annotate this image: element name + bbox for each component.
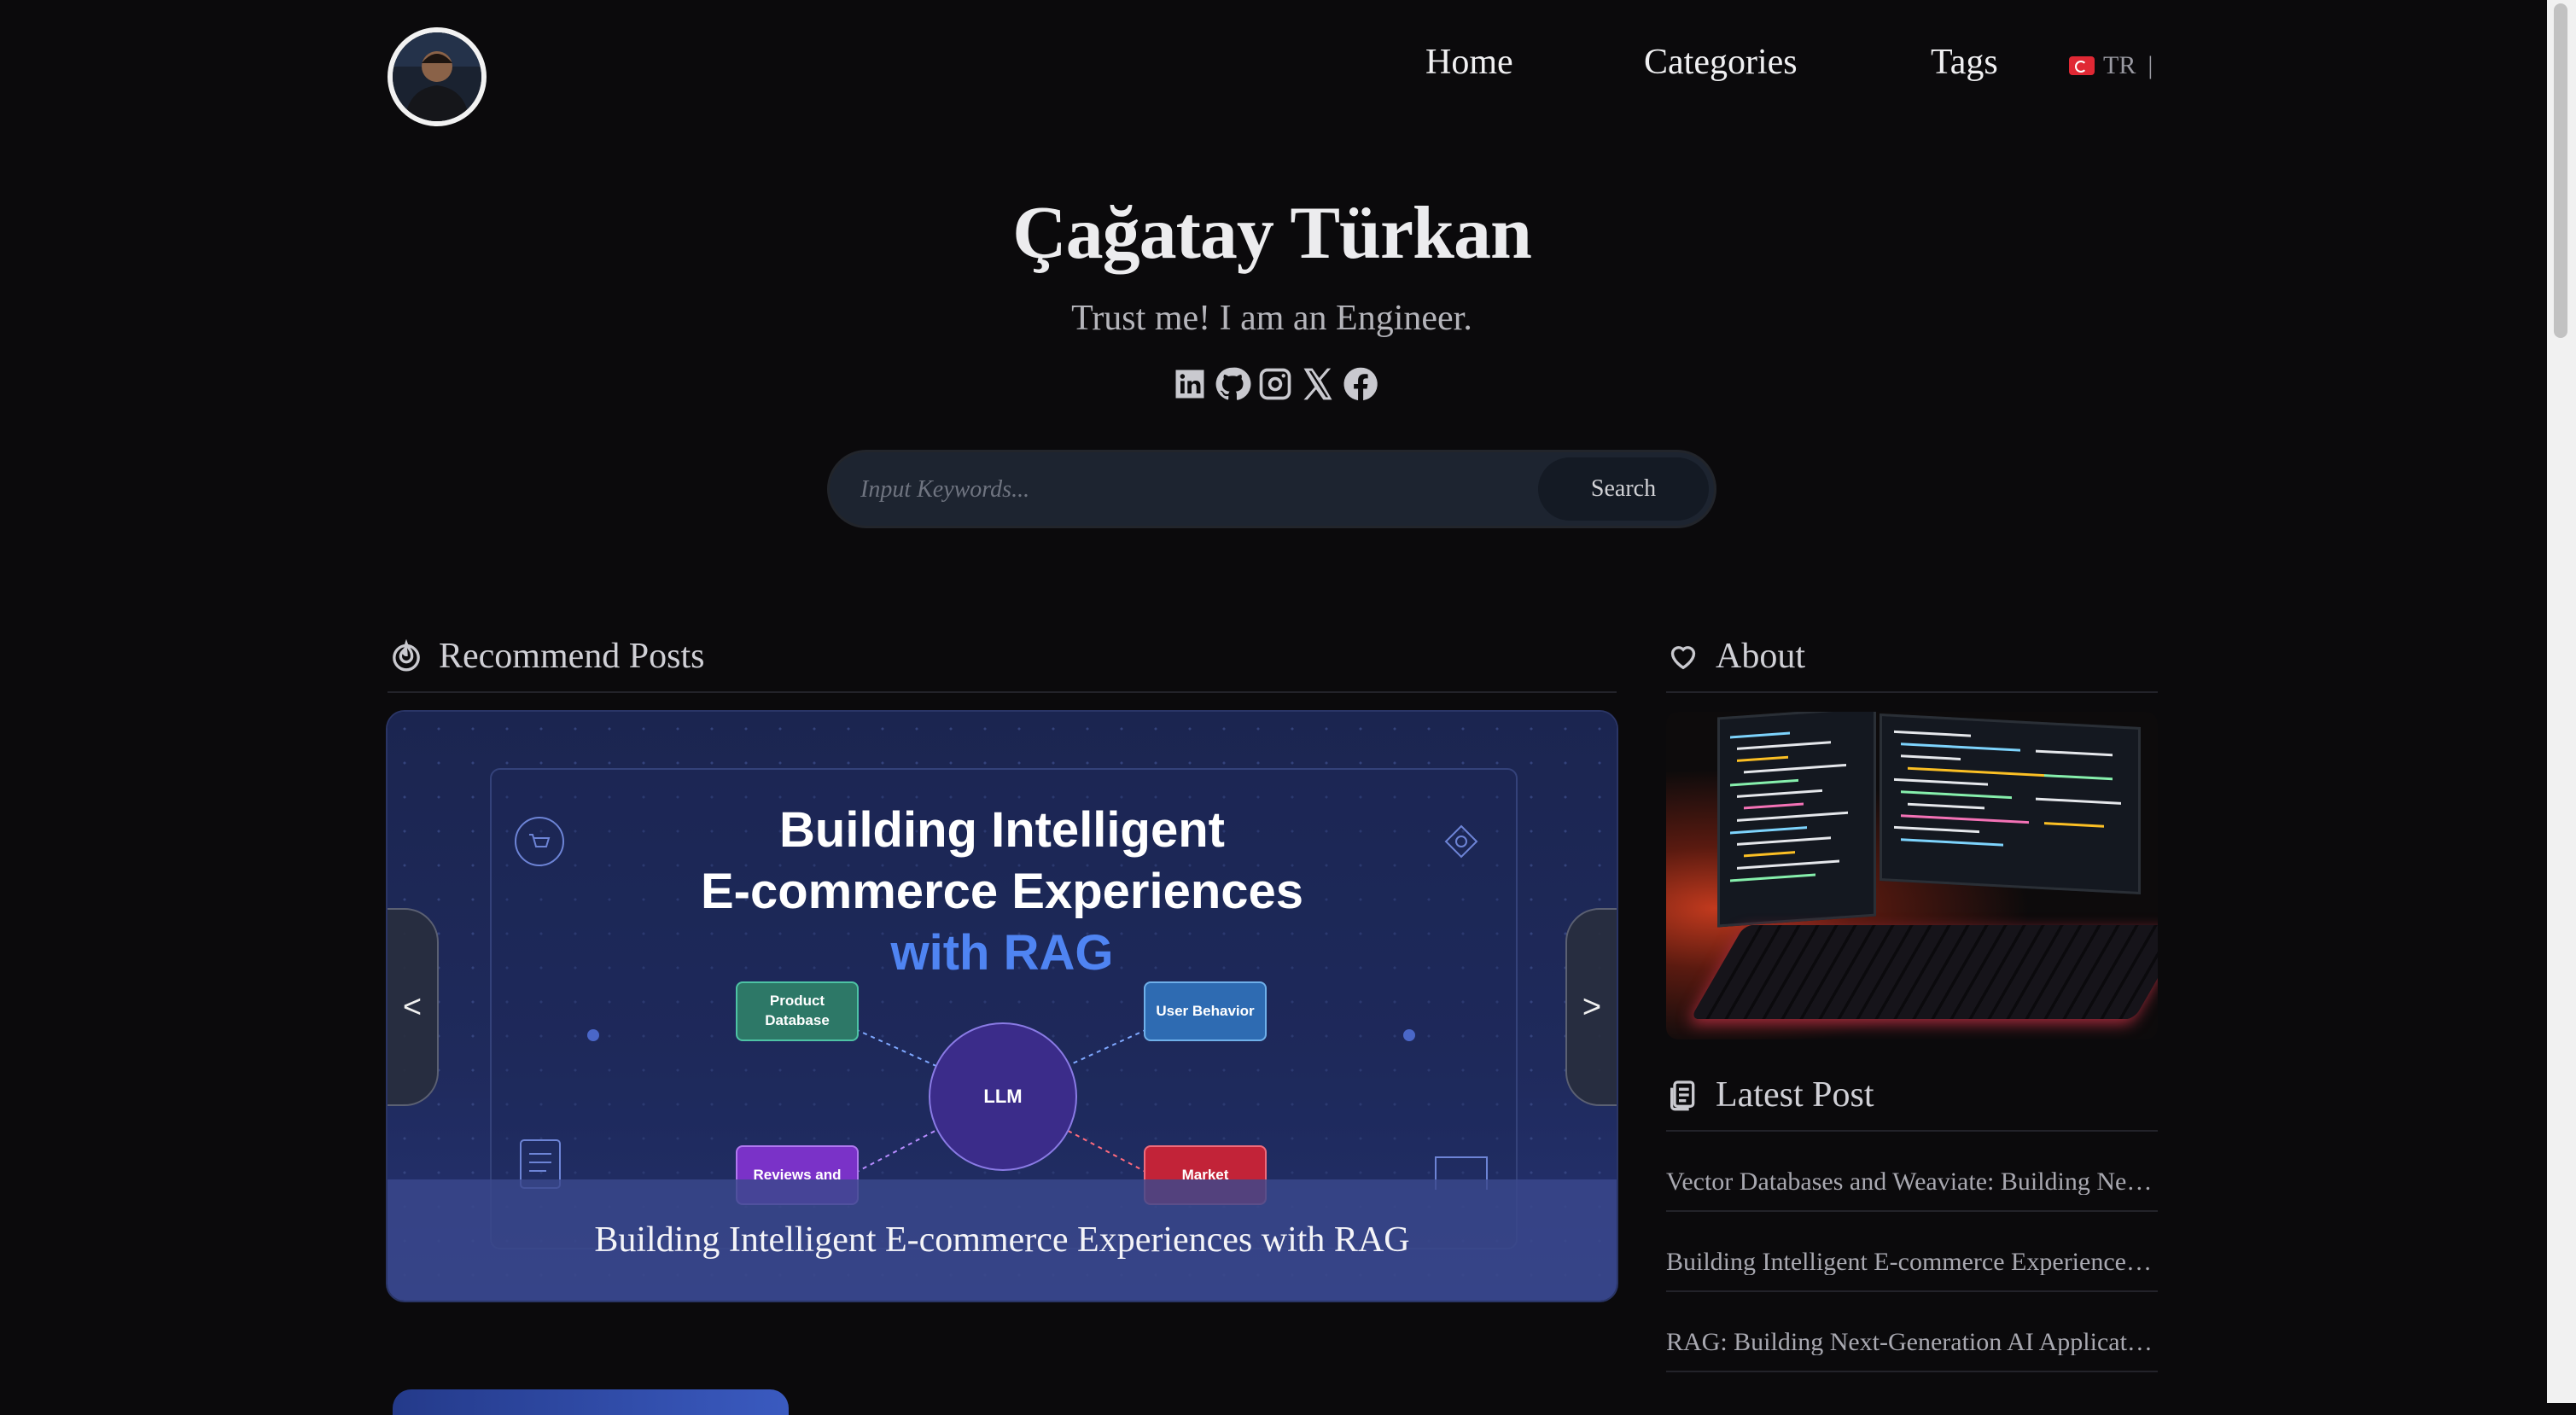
search-button[interactable]: Search: [1538, 457, 1709, 521]
slide-caption[interactable]: Building Intelligent E-commerce Experien…: [594, 1220, 1409, 1261]
nav-tags[interactable]: Tags: [1931, 44, 1998, 80]
recommend-posts-title: Recommend Posts: [439, 637, 705, 676]
latest-item-divider: [1666, 1210, 2158, 1212]
keyboard: [1690, 925, 2158, 1019]
search-input[interactable]: [859, 471, 1562, 509]
latest-post-heading: Latest Post: [1666, 1077, 1874, 1113]
node-user-behavior: User Behavior: [1144, 981, 1267, 1041]
latest-item-divider: [1666, 1371, 2158, 1372]
facebook-icon[interactable]: [1342, 365, 1379, 407]
heart-icon: [1670, 646, 1696, 670]
node-product-database: Product Database: [736, 981, 859, 1041]
page-scrollbar[interactable]: [2547, 0, 2576, 1403]
scrollbar-thumb[interactable]: [2554, 3, 2567, 338]
carousel-prev-button[interactable]: <: [388, 908, 439, 1106]
language-label: TR: [2103, 51, 2136, 79]
turkey-flag-icon: [2069, 56, 2095, 75]
site-title: Çağatay Türkan: [1012, 192, 1532, 275]
about-heading: About: [1666, 638, 1805, 674]
next-post-card[interactable]: [393, 1389, 789, 1415]
monitor-left: [1717, 712, 1876, 928]
social-links: [1171, 365, 1379, 407]
latest-item-divider: [1666, 1290, 2158, 1292]
monitor-right: [1880, 713, 2141, 895]
slide-caption-bar[interactable]: Building Intelligent E-commerce Experien…: [388, 1179, 1617, 1301]
x-icon[interactable]: [1299, 365, 1337, 407]
node-llm: LLM: [929, 1022, 1077, 1171]
site-subtitle: Trust me! I am an Engineer.: [1071, 299, 1472, 338]
nav-categories[interactable]: Categories: [1644, 44, 1798, 80]
latest-post-item[interactable]: RAG: Building Next-Generation AI Applica…: [1666, 1330, 2158, 1355]
language-switcher[interactable]: TR |: [2069, 53, 2153, 79]
recommend-posts-heading: Recommend Posts: [389, 638, 705, 674]
documents-icon: [1670, 1080, 1695, 1111]
recommend-carousel[interactable]: Building Intelligent E-commerce Experien…: [388, 712, 1617, 1301]
profile-photo: [393, 32, 481, 121]
github-icon[interactable]: [1214, 365, 1251, 407]
latest-post-item[interactable]: Vector Databases and Weaviate: Building …: [1666, 1169, 2158, 1195]
latest-post-title: Latest Post: [1716, 1075, 1874, 1115]
latest-divider: [1666, 1130, 2158, 1132]
fire-icon: [393, 639, 420, 672]
linkedin-icon[interactable]: [1171, 365, 1209, 407]
nav-home[interactable]: Home: [1425, 44, 1513, 80]
latest-post-item[interactable]: Building Intelligent E-commerce Experien…: [1666, 1249, 2158, 1275]
search-bar: Search: [830, 452, 1714, 526]
about-image: [1666, 712, 2158, 1039]
recommend-divider: [388, 691, 1617, 693]
about-title: About: [1716, 637, 1805, 676]
carousel-next-button[interactable]: >: [1565, 908, 1617, 1106]
avatar[interactable]: [388, 27, 487, 126]
about-divider: [1666, 691, 2158, 693]
language-separator: |: [2148, 51, 2153, 79]
instagram-icon[interactable]: [1256, 365, 1294, 407]
